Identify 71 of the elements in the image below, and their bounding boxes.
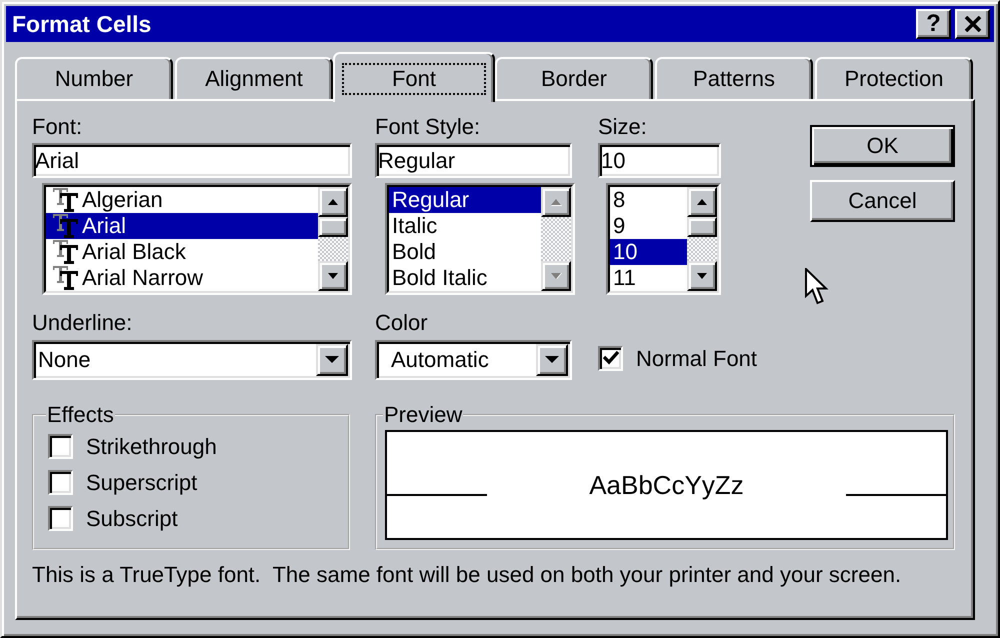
checkbox-label: Subscript [86, 504, 178, 532]
list-item[interactable]: Bold Italic [389, 265, 541, 291]
list-item[interactable]: 11 [610, 265, 687, 291]
dialog-button[interactable]: Cancel [810, 180, 955, 222]
field-label: Underline: [32, 309, 132, 336]
list-item[interactable]: Arial Narrow [46, 265, 318, 291]
scroll-up-button[interactable] [318, 187, 348, 217]
style-input-field[interactable]: Regular [375, 143, 572, 178]
list-item[interactable]: 9 [610, 213, 687, 239]
list-item[interactable]: 8 [610, 187, 687, 213]
down-triangle-icon [327, 272, 339, 280]
list-item[interactable]: Italic [389, 213, 541, 239]
field-label: Color [375, 309, 428, 336]
dropdown[interactable]: Automatic [375, 340, 572, 380]
scroll-down-button[interactable] [318, 261, 348, 291]
scroll-down-button[interactable] [687, 261, 717, 291]
close-button[interactable] [955, 9, 990, 39]
scroll-track[interactable] [318, 237, 348, 261]
up-triangle-icon [550, 198, 562, 206]
down-triangle-icon [325, 356, 339, 364]
tab[interactable]: Alignment [175, 57, 333, 99]
tt-icon [53, 188, 79, 212]
checkmark-icon [602, 351, 618, 365]
list-item[interactable]: 10 [610, 239, 687, 265]
checkbox[interactable] [48, 470, 73, 494]
tt-icon [53, 266, 79, 290]
tt-icon [53, 240, 79, 264]
checkbox-label: Superscript [86, 468, 198, 496]
tab[interactable]: Protection [815, 57, 973, 99]
down-triangle-icon [696, 272, 708, 280]
scroll-down-button[interactable] [541, 261, 571, 291]
preview-text: AaBbCcYyZz [589, 470, 744, 500]
scroll-thumb[interactable] [318, 217, 348, 237]
list-item[interactable]: Bold [389, 239, 541, 265]
tab[interactable]: Font [333, 52, 495, 102]
scroll-thumb[interactable] [687, 217, 717, 237]
dropdown-arrow-button[interactable] [536, 344, 568, 376]
scroll-up-button[interactable] [687, 187, 717, 217]
field-label: Font Style: [375, 113, 480, 140]
down-triangle-icon [545, 356, 559, 364]
up-triangle-icon [696, 198, 708, 206]
field-label: Size: [598, 113, 647, 140]
dialog-button[interactable]: OK [810, 125, 955, 167]
list-item[interactable]: Algerian [46, 187, 318, 213]
help-button[interactable]: ? [916, 9, 951, 39]
info-text: This is a TrueType font. The same font will be used on both your printer and your screen. [32, 561, 902, 588]
size-input-field[interactable]: 10 [598, 143, 721, 178]
field-label: Font: [32, 113, 82, 140]
up-triangle-icon [327, 198, 339, 206]
font-input-field[interactable]: Arial [32, 143, 352, 178]
group-label: Preview [383, 404, 464, 426]
dropdown[interactable]: None [32, 340, 352, 380]
down-triangle-icon [550, 272, 562, 280]
tab[interactable]: Patterns [655, 57, 813, 99]
list-item[interactable]: Arial Black [46, 239, 318, 265]
close-icon [964, 16, 982, 32]
tab[interactable]: Border [495, 57, 653, 99]
checkbox-label: Normal Font [636, 344, 758, 372]
list-item[interactable]: Regular [389, 187, 541, 213]
mouse-pointer-icon [805, 268, 829, 306]
scroll-track[interactable] [687, 237, 717, 261]
checkbox-label: Strikethrough [86, 432, 217, 460]
list-item[interactable]: Arial [46, 213, 318, 239]
checkbox[interactable] [48, 434, 73, 458]
window-title: Format Cells [12, 10, 152, 38]
group-label: Effects [46, 404, 115, 426]
tab[interactable]: Number [15, 57, 173, 99]
checkbox[interactable] [48, 506, 73, 530]
tt-icon [53, 214, 79, 238]
checkbox[interactable] [598, 346, 623, 370]
dropdown-arrow-button[interactable] [316, 344, 348, 376]
